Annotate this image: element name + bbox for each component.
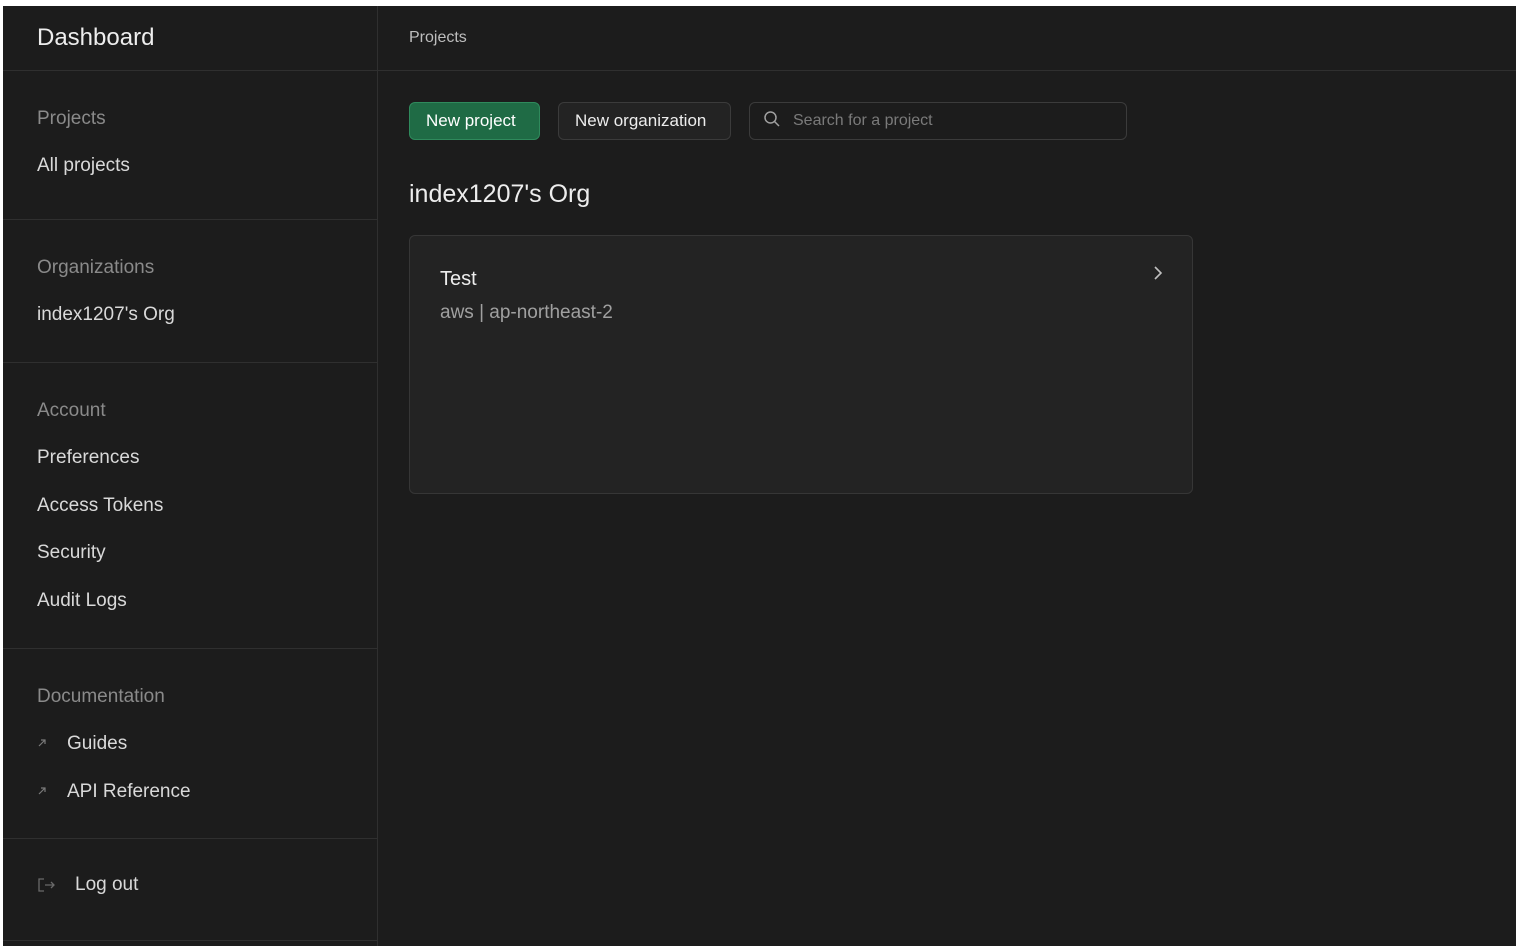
nav-section-projects: Projects All projects — [3, 71, 377, 220]
brand-title: Dashboard — [3, 6, 377, 71]
nav-heading-documentation: Documentation — [37, 686, 165, 707]
sidebar-item-label: Preferences — [37, 447, 140, 468]
toolbar: New project New organization — [409, 102, 1127, 140]
sidebar-item-label: Audit Logs — [37, 589, 127, 611]
sidebar-item-label: API Reference — [67, 780, 191, 802]
external-link-icon — [37, 780, 51, 804]
nav-section-account: Account Preferences Access Tokens Securi… — [3, 363, 377, 649]
nav-section-documentation: Documentation Guides API Reference — [3, 649, 377, 839]
breadcrumb-projects: Projects — [409, 29, 467, 46]
project-card[interactable]: Test aws | ap-northeast-2 — [409, 235, 1193, 494]
sidebar-item-access-tokens[interactable]: Access Tokens — [37, 494, 377, 518]
new-project-button[interactable]: New project — [409, 102, 540, 140]
project-name: Test — [440, 268, 477, 290]
nav-heading-account: Account — [37, 400, 106, 421]
project-details: aws | ap-northeast-2 — [440, 302, 613, 323]
sidebar-item-guides[interactable]: Guides — [37, 732, 377, 756]
search-input[interactable] — [791, 111, 1115, 131]
external-link-icon — [37, 732, 51, 756]
sidebar-item-label: All projects — [37, 155, 130, 176]
nav-section-organizations: Organizations index1207's Org — [3, 220, 377, 363]
sidebar-item-preferences[interactable]: Preferences — [37, 446, 377, 470]
nav-section-logout: Log out — [3, 839, 377, 941]
sidebar-item-api-reference[interactable]: API Reference — [37, 780, 377, 804]
sidebar-item-label: Guides — [67, 733, 128, 754]
sidebar-item-security[interactable]: Security — [37, 541, 377, 565]
sidebar-item-label: index1207's Org — [37, 304, 175, 325]
sidebar-item-label: Security — [37, 542, 106, 563]
logout-label: Log out — [75, 874, 139, 895]
sidebar-item-audit-logs[interactable]: Audit Logs — [37, 589, 377, 613]
org-title: index1207's Org — [409, 180, 591, 208]
app-window: Dashboard Projects All projects Organiza… — [3, 6, 1516, 946]
nav-heading-projects: Projects — [37, 108, 106, 129]
new-organization-button[interactable]: New organization — [558, 102, 731, 140]
search-icon — [763, 110, 781, 133]
chevron-right-icon — [1150, 262, 1166, 284]
nav-heading-organizations: Organizations — [37, 257, 155, 278]
sidebar: Dashboard Projects All projects Organiza… — [3, 6, 378, 946]
sidebar-item-all-projects[interactable]: All projects — [37, 154, 377, 178]
main-content: Projects New project New organization in… — [378, 6, 1516, 946]
logout-button[interactable]: Log out — [37, 873, 377, 897]
sidebar-item-label: Access Tokens — [37, 494, 164, 516]
logout-icon — [37, 877, 61, 893]
breadcrumb: Projects — [378, 6, 1516, 71]
sidebar-item-org[interactable]: index1207's Org — [37, 303, 377, 327]
search-box — [749, 102, 1127, 140]
